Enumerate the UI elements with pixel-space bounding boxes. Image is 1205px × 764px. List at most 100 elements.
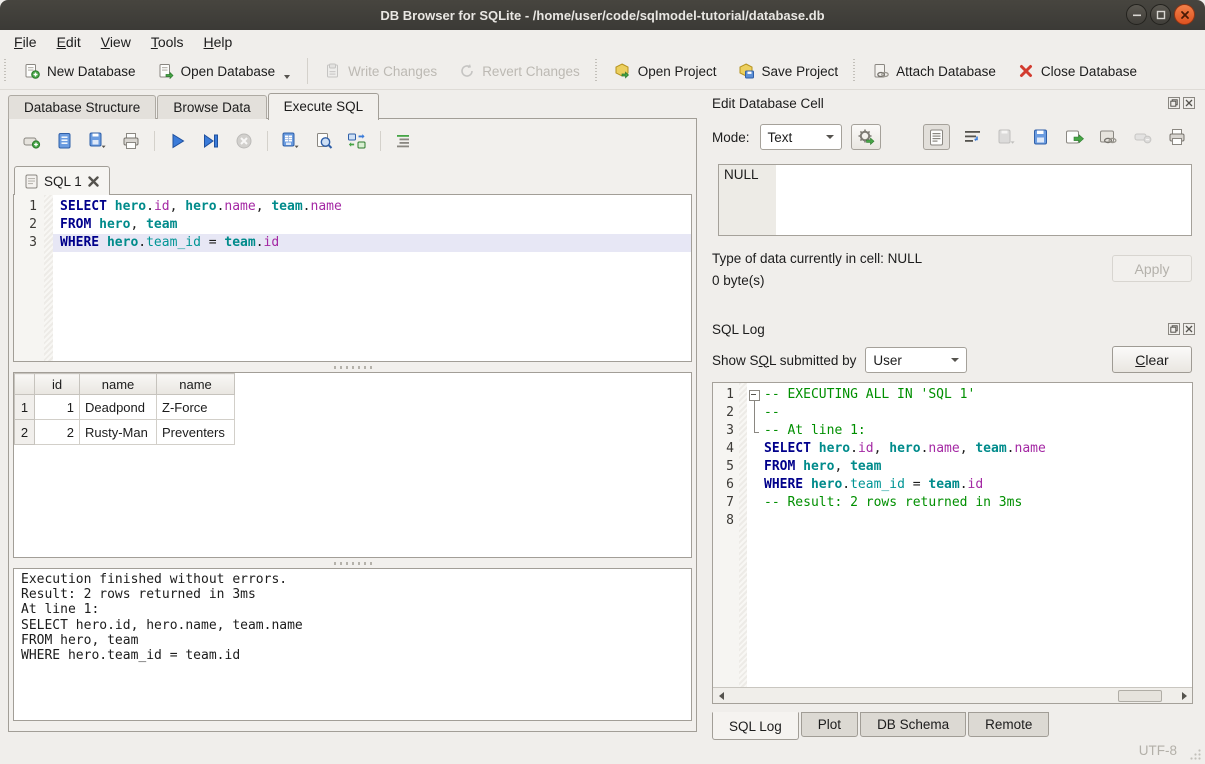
open-database-dropdown-caret[interactable]	[284, 75, 290, 79]
close-panel-button[interactable]	[1183, 97, 1195, 109]
code-text[interactable]: SELECT hero.id, hero.name, team.name	[53, 198, 691, 216]
new-sql-tab-button[interactable]	[21, 130, 43, 152]
fold-marker-icon[interactable]	[747, 386, 761, 404]
log-line[interactable]: 1 -- EXECUTING ALL IN 'SQL 1'	[713, 386, 1192, 404]
log-line[interactable]: 7 -- Result: 2 rows returned in 3ms	[713, 494, 1192, 512]
print-cell-button[interactable]	[1166, 126, 1188, 148]
menu-view[interactable]: View	[91, 32, 141, 52]
toolbar-handle[interactable]	[595, 59, 600, 83]
row-header[interactable]: 1	[15, 395, 35, 420]
word-wrap-button[interactable]	[962, 126, 984, 148]
open-database-button[interactable]: Open Database	[147, 56, 302, 86]
mode-select[interactable]: Text	[760, 124, 842, 150]
tab-remote[interactable]: Remote	[968, 712, 1049, 737]
find-button[interactable]	[313, 130, 335, 152]
attach-database-button[interactable]: Attach Database	[862, 56, 1007, 86]
cell-hero-name[interactable]: Deadpond	[80, 395, 157, 420]
splitter-handle[interactable]	[9, 558, 696, 568]
log-filter-select[interactable]: User	[865, 347, 967, 373]
splitter-handle[interactable]	[9, 362, 696, 372]
maximize-button[interactable]	[1150, 4, 1171, 25]
float-panel-button[interactable]	[1168, 97, 1180, 109]
float-panel-button[interactable]	[1168, 323, 1180, 335]
menu-file[interactable]: File	[4, 32, 47, 52]
code-text[interactable]: WHERE hero.team_id = team.id	[53, 234, 691, 252]
cell-value-editor[interactable]: NULL	[718, 164, 1192, 236]
log-line[interactable]: 5 FROM hero, team	[713, 458, 1192, 476]
editor-line[interactable]: 1 SELECT hero.id, hero.name, team.name	[14, 198, 691, 216]
export-to-file-button[interactable]	[1030, 126, 1052, 148]
menu-bar: File Edit View Tools Help	[0, 30, 1205, 53]
scroll-right-button[interactable]	[1176, 688, 1192, 703]
scroll-left-button[interactable]	[713, 688, 729, 703]
cell-id[interactable]: 2	[35, 420, 80, 445]
close-panel-button[interactable]	[1183, 323, 1195, 335]
clear-log-button[interactable]: Clear	[1112, 346, 1192, 373]
auto-switch-mode-button[interactable]	[851, 124, 881, 150]
log-line[interactable]: 8	[713, 512, 1192, 530]
sql-log-view[interactable]: 1 -- EXECUTING ALL IN 'SQL 1' 2 -- 3 -- …	[712, 382, 1193, 704]
execution-status-box[interactable]: Execution finished without errors. Resul…	[13, 568, 692, 721]
code-text[interactable]: FROM hero, team	[53, 216, 691, 234]
toolbar-handle[interactable]	[4, 59, 9, 83]
cell-id[interactable]: 1	[35, 395, 80, 420]
format-sql-button[interactable]	[393, 130, 415, 152]
menu-tools[interactable]: Tools	[141, 32, 194, 52]
close-button[interactable]	[1174, 4, 1195, 25]
log-line[interactable]: 2 --	[713, 404, 1192, 422]
column-header-id[interactable]: id	[35, 374, 80, 395]
open-in-external-button[interactable]	[1064, 126, 1086, 148]
cell-team-name[interactable]: Z-Force	[157, 395, 235, 420]
print-icon	[122, 132, 140, 150]
new-database-button[interactable]: New Database	[13, 56, 147, 86]
save-results-button[interactable]	[280, 130, 302, 152]
find-replace-button[interactable]	[346, 130, 368, 152]
column-header-name2[interactable]: name	[157, 374, 235, 395]
toolbar-handle[interactable]	[853, 59, 858, 83]
corner-header[interactable]	[15, 374, 35, 395]
scrollbar-track[interactable]	[729, 688, 1176, 703]
main-toolbar: New Database Open Database Write Changes	[0, 53, 1205, 90]
close-database-button[interactable]: Close Database	[1007, 56, 1148, 86]
apply-button: Apply	[1112, 255, 1192, 282]
save-sql-file-button[interactable]	[87, 130, 109, 152]
cell-team-name[interactable]: Preventers	[157, 420, 235, 445]
table-row: 1 1 Deadpond Z-Force	[15, 395, 235, 420]
log-line[interactable]: 3 -- At line 1:	[713, 422, 1192, 440]
open-project-button[interactable]: Open Project	[604, 56, 728, 86]
open-database-label: Open Database	[181, 64, 276, 79]
open-url-button[interactable]	[1098, 126, 1120, 148]
log-line[interactable]: 4 SELECT hero.id, hero.name, team.name	[713, 440, 1192, 458]
tab-plot[interactable]: Plot	[801, 712, 858, 737]
results-grid[interactable]: id name name 1 1 Deadpond Z-Force 2 2 Ru…	[13, 372, 692, 558]
scrollbar-thumb[interactable]	[1118, 690, 1162, 702]
save-project-button[interactable]: Save Project	[728, 56, 850, 86]
tab-execute-sql[interactable]: Execute SQL	[268, 93, 380, 120]
row-header[interactable]: 2	[15, 420, 35, 445]
editor-line[interactable]: 2 FROM hero, team	[14, 216, 691, 234]
sql-file-tab[interactable]: SQL 1	[14, 166, 110, 195]
editor-line-current[interactable]: 3 WHERE hero.team_id = team.id	[14, 234, 691, 252]
execute-current-line-button[interactable]	[200, 130, 222, 152]
text-mode-button[interactable]	[923, 124, 950, 150]
sql-editor[interactable]: 1 SELECT hero.id, hero.name, team.name 2…	[13, 194, 692, 362]
tab-database-structure[interactable]: Database Structure	[8, 95, 156, 119]
open-sql-file-button[interactable]	[54, 130, 76, 152]
minimize-button[interactable]	[1126, 4, 1147, 25]
cell-value-area[interactable]	[776, 165, 1191, 235]
column-header-name[interactable]: name	[80, 374, 157, 395]
tab-db-schema[interactable]: DB Schema	[860, 712, 966, 737]
tab-browse-data[interactable]: Browse Data	[157, 95, 266, 119]
print-sql-button[interactable]	[120, 130, 142, 152]
horizontal-scrollbar[interactable]	[713, 687, 1192, 703]
menu-help[interactable]: Help	[194, 32, 243, 52]
execute-all-button[interactable]	[167, 130, 189, 152]
format-sql-icon	[395, 132, 413, 150]
encoding-indicator[interactable]: UTF-8	[1139, 743, 1177, 758]
close-tab-icon[interactable]	[88, 176, 99, 187]
cell-hero-name[interactable]: Rusty-Man	[80, 420, 157, 445]
resize-grip[interactable]	[1189, 748, 1202, 761]
title-bar[interactable]: DB Browser for SQLite - /home/user/code/…	[0, 0, 1205, 30]
menu-edit[interactable]: Edit	[47, 32, 91, 52]
log-line[interactable]: 6 WHERE hero.team_id = team.id	[713, 476, 1192, 494]
